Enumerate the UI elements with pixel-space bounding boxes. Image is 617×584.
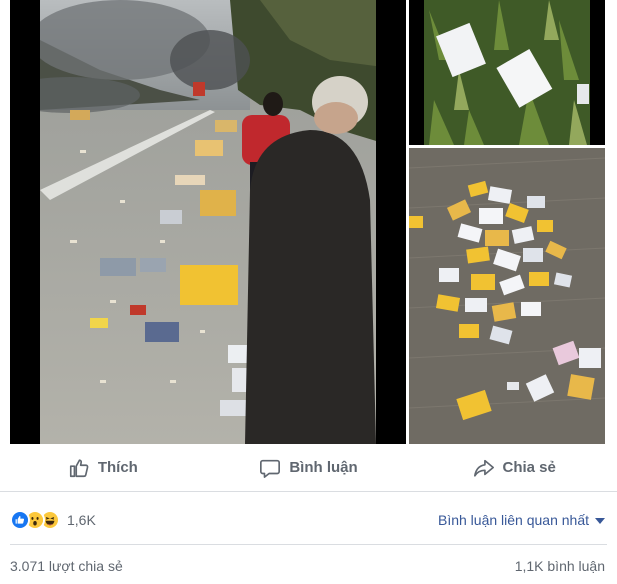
reaction-count: 1,6K [67,512,96,528]
post-action-bar: Thích Bình luận Chia sẻ [0,444,617,492]
comment-sort-label: Bình luận liên quan nhất [437,512,589,528]
boxes-in-grass-image [409,0,605,145]
comment-count-link[interactable]: 1,1K bình luận [515,558,605,574]
grass-boxes-photo[interactable] [409,0,605,145]
comment-button[interactable]: Bình luận [206,450,412,486]
post-stats-row: 3.071 lượt chia sẻ 1,1K bình luận [0,552,617,580]
comment-label: Bình luận [289,459,358,476]
share-label: Chia sẻ [502,459,556,476]
thumbs-up-icon [69,458,89,477]
comment-bubble-icon [260,459,281,478]
comment-sort-dropdown[interactable]: Bình luận liên quan nhất [438,512,605,528]
main-photo[interactable] [10,0,406,444]
like-button[interactable]: Thích [0,450,206,486]
share-arrow-icon [473,459,494,477]
share-count-link[interactable]: 3.071 lượt chia sẻ [10,558,123,574]
reactions-summary-row: 1,6K Bình luận liên quan nhất [0,504,617,536]
like-reaction-icon [10,510,30,530]
reactions-summary[interactable]: 1,6K [10,510,96,530]
packages-on-road-image [409,148,605,444]
highway-scene-image [10,0,406,444]
post-media-grid [0,0,617,444]
like-label: Thích [97,459,138,476]
share-button[interactable]: Chia sẻ [411,450,617,486]
road-packages-photo[interactable] [409,148,605,444]
stats-divider [10,544,607,545]
chevron-down-icon [595,518,605,524]
